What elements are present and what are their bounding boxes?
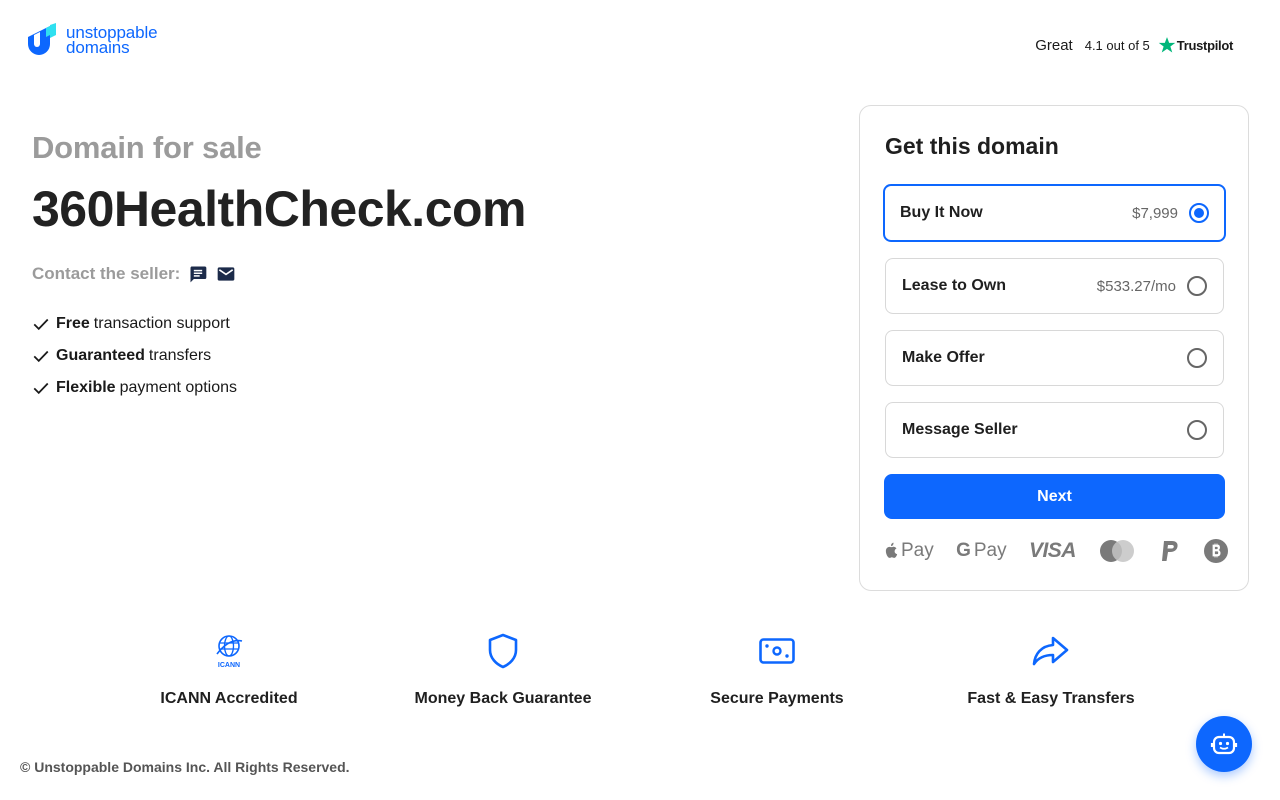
option-message-seller[interactable]: Message Seller	[885, 402, 1224, 458]
feature-bold: Free	[56, 315, 90, 332]
domain-hero: Domain for sale 360HealthCheck.com Conta…	[32, 130, 527, 404]
trustpilot-brand: Trustpilot	[1176, 37, 1234, 53]
check-icon	[33, 350, 49, 363]
radio-button[interactable]	[1187, 276, 1207, 296]
feature-text: transaction support	[93, 315, 230, 332]
robot-icon	[1210, 733, 1238, 755]
option-label: Message Seller	[902, 421, 1018, 438]
trustpilot-rating-word: Great	[1035, 36, 1073, 54]
google-g-text: G	[956, 540, 971, 561]
domain-name-title: 360HealthCheck.com	[32, 181, 527, 237]
unstoppable-logo-icon	[22, 23, 56, 55]
feature-list: Free transaction support Guaranteed tran…	[32, 308, 526, 404]
benefit-label: Fast & Easy Transfers	[967, 690, 1135, 707]
option-lease-to-own[interactable]: Lease to Own $533.27/mo	[885, 258, 1224, 314]
footer-copyright: © Unstoppable Domains Inc. All Rights Re…	[20, 759, 350, 775]
feature-bold: Guaranteed	[56, 347, 145, 364]
get-domain-card: Get this domain Buy It Now $7,999 Lease …	[859, 105, 1249, 591]
benefit-label: Secure Payments	[710, 690, 844, 707]
paypal-icon	[1161, 541, 1178, 561]
radio-button[interactable]	[1187, 348, 1207, 368]
check-icon	[33, 382, 49, 395]
trustpilot-score: 4.1 out of 5	[1084, 37, 1150, 53]
list-item: Flexible payment options	[32, 372, 526, 404]
domain-for-sale-heading: Domain for sale	[32, 130, 262, 165]
logo[interactable]: unstoppable domains	[20, 23, 158, 57]
option-label: Buy It Now	[900, 204, 983, 221]
benefit-fast-transfers: Fast & Easy Transfers	[921, 632, 1181, 708]
benefit-money-back: Money Back Guarantee	[373, 632, 633, 708]
payment-methods: Pay G Pay VISA	[884, 538, 1229, 564]
feature-text: transfers	[148, 347, 212, 364]
bitcoin-icon	[1203, 539, 1228, 563]
option-buy-it-now[interactable]: Buy It Now $7,999	[883, 184, 1226, 242]
forward-arrow-icon	[1032, 636, 1069, 666]
chatbot-button[interactable]	[1196, 716, 1252, 772]
apple-icon	[885, 542, 898, 558]
icann-icon: ICANN	[216, 635, 243, 669]
google-pay-icon: G Pay	[956, 540, 1007, 562]
radio-button[interactable]	[1187, 420, 1207, 440]
benefit-label: ICANN Accredited	[160, 690, 298, 707]
list-item: Guaranteed transfers	[32, 340, 526, 372]
contact-seller: Contact the seller:	[32, 264, 526, 284]
icann-icon-text: ICANN	[218, 662, 240, 669]
feature-text: payment options	[119, 379, 237, 396]
next-button[interactable]: Next	[884, 474, 1225, 519]
trustpilot-rating[interactable]: Great 4.1 out of 5 Trustpilot	[1035, 36, 1233, 54]
option-label: Lease to Own	[902, 277, 1007, 294]
option-label: Make Offer	[902, 349, 985, 366]
apple-pay-icon: Pay	[884, 540, 934, 562]
radio-button[interactable]	[1189, 203, 1209, 223]
contact-seller-label: Contact the seller:	[32, 264, 181, 283]
logo-wordmark: unstoppable domains	[66, 24, 158, 57]
benefit-icann: ICANN ICANN Accredited	[99, 632, 359, 708]
card-title: Get this domain	[885, 133, 1059, 159]
list-item: Free transaction support	[32, 308, 526, 340]
mastercard-icon	[1100, 540, 1135, 562]
check-icon	[33, 318, 49, 331]
trustpilot-star-icon	[1158, 37, 1176, 53]
shield-icon	[488, 633, 518, 669]
benefit-secure-payments: Secure Payments	[647, 632, 907, 708]
logo-line-2: domains	[66, 38, 130, 57]
option-make-offer[interactable]: Make Offer	[885, 330, 1224, 386]
benefit-label: Money Back Guarantee	[414, 690, 592, 707]
apple-pay-text: Pay	[901, 540, 934, 561]
option-price: $7,999	[1132, 204, 1178, 222]
option-price: $533.27/mo	[1096, 277, 1176, 295]
google-pay-text: Pay	[973, 540, 1007, 561]
feature-bold: Flexible	[56, 379, 116, 396]
visa-icon: VISA	[1028, 539, 1077, 562]
email-icon[interactable]	[216, 264, 236, 284]
cash-icon	[759, 638, 795, 664]
chat-icon[interactable]	[188, 264, 208, 284]
